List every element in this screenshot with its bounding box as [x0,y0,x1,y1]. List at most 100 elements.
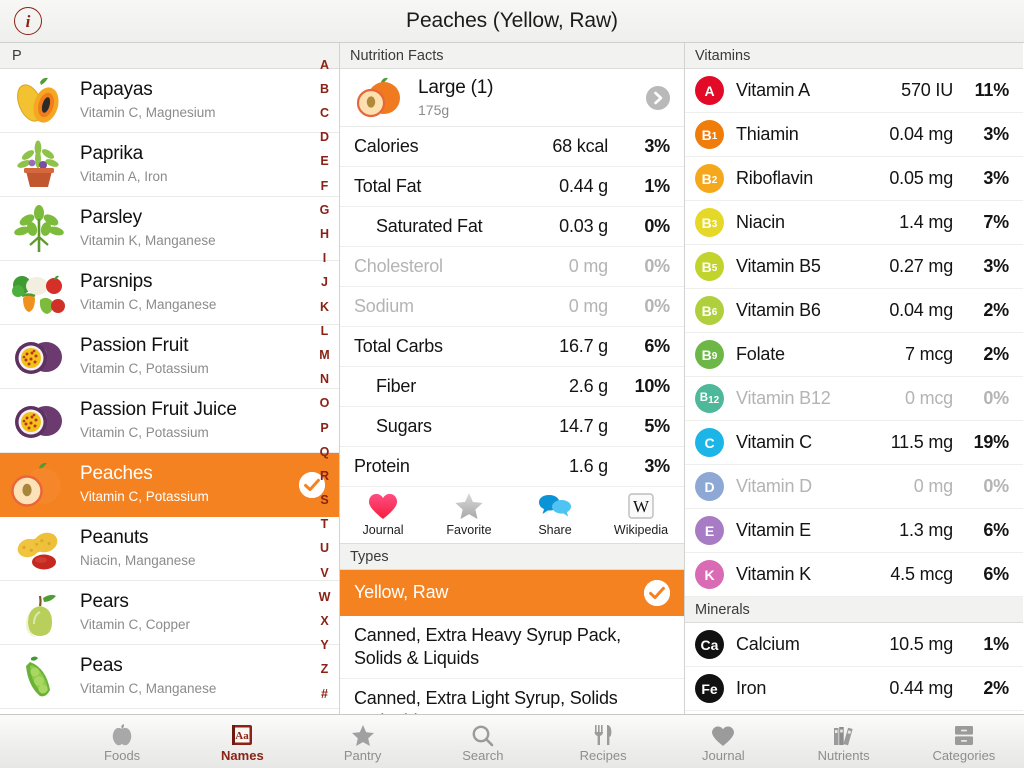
nutrient-name: Vitamin E [736,520,811,540]
alpha-index-letter[interactable]: Q [320,446,330,459]
alpha-index-letter[interactable]: O [320,397,330,410]
alpha-index-letter[interactable]: H [320,228,329,241]
nutrient-row[interactable]: Fe Iron 0.44 mg 2% [685,667,1023,711]
tab-foods[interactable]: Foods [62,715,182,768]
action-button-row[interactable]: Journal Favorite Share W Wikipedia [340,487,684,544]
alpha-index-letter[interactable]: R [320,470,329,483]
nutrient-percent: 11% [974,80,1010,100]
nutrient-amount: 7 mcg [904,344,953,364]
alpha-index-letter[interactable]: J [321,276,328,289]
nutrient-name: Vitamin B6 [736,300,821,320]
nutrient-row[interactable]: B 2 Riboflavin 0.05 mg 3% [685,157,1023,201]
tab-nutrients[interactable]: Nutrients [784,715,904,768]
alpha-index-letter[interactable]: L [321,325,329,338]
nutrition-fact-amount: 0.03 g [559,216,608,236]
nutrient-row[interactable]: B 1 Thiamin 0.04 mg 3% [685,113,1023,157]
food-list-item[interactable]: Parsley Vitamin K, Manganese [0,197,339,261]
tab-recipes[interactable]: Recipes [543,715,663,768]
info-icon[interactable]: i [14,7,42,35]
alpha-index-letter[interactable]: A [320,59,329,72]
tab-names[interactable]: Aa Names [182,715,302,768]
alpha-index-letter[interactable]: U [320,542,329,555]
nutrient-row[interactable]: B 9 Folate 7 mcg 2% [685,333,1023,377]
nutrient-row[interactable]: K Vitamin K 4.5 mcg 6% [685,553,1023,597]
alpha-index-letter[interactable]: M [319,349,329,362]
nutrition-fact-label: Total Fat [354,176,422,196]
food-list[interactable]: Papayas Vitamin C, Magnesium Paprika Vitami… [0,69,339,714]
food-item-name: Peaches [80,463,153,485]
alpha-index-letter[interactable]: D [320,131,329,144]
food-list-item[interactable]: Paprika Vitamin A, Iron [0,133,339,197]
tab-pantry[interactable]: Pantry [303,715,423,768]
chevron-right-icon[interactable] [646,85,670,110]
alpha-index-letter[interactable]: B [320,83,329,96]
nutrition-fact-label: Protein [354,456,410,476]
food-list-item[interactable]: Peanuts Niacin, Manganese [0,517,339,581]
food-list-item[interactable]: Pears Vitamin C, Copper [0,581,339,645]
bottom-tab-bar[interactable]: Foods Aa Names Pantry Search Recipes Journal Nu… [0,714,1024,768]
vitamins-header: Vitamins [685,43,1023,69]
nutrient-amount: 0 mg [913,476,953,496]
food-item-nutrients: Vitamin C, Manganese [80,296,217,312]
alpha-index-letter[interactable]: Z [321,663,329,676]
alpha-index-letter[interactable]: E [320,155,328,168]
action-button-journal[interactable]: Journal [340,490,426,537]
alpha-index-letter[interactable]: X [320,615,328,628]
alpha-index-letter[interactable]: # [321,688,328,701]
tab-search[interactable]: Search [423,715,543,768]
action-button-wikipedia[interactable]: W Wikipedia [598,490,684,537]
food-item-nutrients: Vitamin K, Manganese [80,232,216,248]
food-list-item[interactable]: Passion Fruit Juice Vitamin C, Potassium [0,389,339,453]
alpha-index-letter[interactable]: W [319,591,331,604]
nutrition-fact-percent: 0% [644,296,670,316]
page-title: Peaches (Yellow, Raw) [406,9,618,32]
food-list-item[interactable]: Passion Fruit Vitamin C, Potassium [0,325,339,389]
alpha-index-letter[interactable]: V [320,567,328,580]
food-item-nutrients: Vitamin C, Manganese [80,680,217,696]
action-button-label: Wikipedia [613,523,669,537]
serving-weight: 175g [418,102,450,118]
nutrient-row[interactable]: B 12 Vitamin B12 0 mcg 0% [685,377,1023,421]
alphabet-index[interactable]: A B C D E F G H I J K L M N O P Q R S T U V W X Y Z # [310,43,339,714]
nutrient-row[interactable]: Ca Calcium 10.5 mg 1% [685,623,1023,667]
nutrient-row[interactable]: B 6 Vitamin B6 0.04 mg 2% [685,289,1023,333]
alpha-index-letter[interactable]: T [321,518,329,531]
nutrient-row[interactable]: D Vitamin D 0 mg 0% [685,465,1023,509]
alpha-index-letter[interactable]: Y [320,639,328,652]
nutrient-row[interactable]: B 3 Niacin 1.4 mg 7% [685,201,1023,245]
food-item-name: Parsley [80,207,142,229]
nutrient-row[interactable]: E Vitamin E 1.3 mg 6% [685,509,1023,553]
nutrient-name: Vitamin C [736,432,812,452]
type-list-item[interactable]: Canned, Extra Heavy Syrup Pack, Solids &… [340,616,684,680]
alpha-index-letter[interactable]: F [321,180,329,193]
tab-categories[interactable]: Categories [904,715,1024,768]
alpha-index-letter[interactable]: N [320,373,329,386]
food-item-text: Parsley Vitamin K, Manganese [70,207,216,249]
nutrition-fact-row: Fiber 2.6 g 10% [340,367,684,407]
nutrient-row[interactable]: A Vitamin A 570 IU 11% [685,69,1023,113]
action-button-favorite[interactable]: Favorite [426,490,512,537]
nutrient-badge: C [695,428,724,457]
nutrition-facts-panel: Nutrition Facts Large (1) 175g Calories … [340,43,685,743]
action-button-share[interactable]: Share [512,490,598,537]
food-list-item[interactable]: Parsnips Vitamin C, Manganese [0,261,339,325]
alpha-index-letter[interactable]: I [323,252,326,265]
food-list-item[interactable]: Papayas Vitamin C, Magnesium [0,69,339,133]
food-item-name: Peas [80,655,123,677]
food-list-item-selected[interactable]: Peaches Vitamin C, Potassium [0,453,339,517]
food-item-text: Passion Fruit Vitamin C, Potassium [70,335,209,377]
alpha-index-letter[interactable]: G [320,204,330,217]
food-list-item[interactable]: Peas Vitamin C, Manganese [0,645,339,709]
alpha-index-letter[interactable]: P [320,421,328,435]
alpha-index-letter[interactable]: K [320,301,329,314]
alpha-index-letter[interactable]: S [320,494,328,507]
nutrient-percent: 19% [973,432,1010,452]
nutrient-row[interactable]: B 5 Vitamin B5 0.27 mg 3% [685,245,1023,289]
alpha-index-letter[interactable]: C [320,107,329,120]
serving-size-row[interactable]: Large (1) 175g [340,69,684,127]
food-item-text: Paprika Vitamin A, Iron [70,143,168,185]
nutrient-row[interactable]: C Vitamin C 11.5 mg 19% [685,421,1023,465]
type-list-item-selected[interactable]: Yellow, Raw [340,570,684,616]
nutrient-name: Riboflavin [736,168,814,188]
tab-journal[interactable]: Journal [663,715,783,768]
